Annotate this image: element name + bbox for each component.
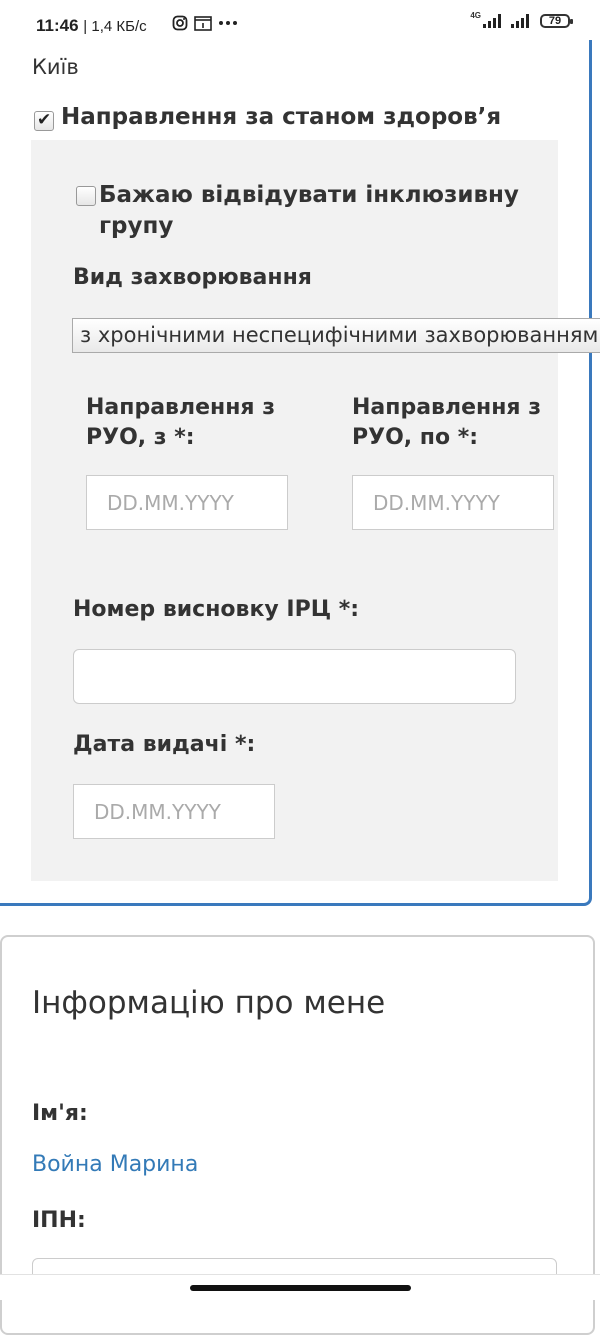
home-gesture-handle[interactable]: [190, 1285, 411, 1291]
instagram-icon: [172, 15, 188, 31]
status-notification-icons: [172, 15, 238, 31]
ruo-to-label: Направлення з РУО, по *:: [352, 395, 541, 450]
irc-number-label: Номер висновку ІРЦ *:: [73, 597, 360, 622]
disease-type-select[interactable]: з хронічними неспецифічними захворювання…: [72, 318, 600, 353]
name-value[interactable]: Война Марина: [32, 1152, 198, 1177]
ipn-label: ІПН:: [32, 1208, 86, 1233]
name-label: Ім'я:: [32, 1101, 88, 1126]
notification-box-icon: [194, 16, 212, 31]
disease-type-label: Вид захворювання: [73, 265, 312, 290]
battery-level: 79: [548, 15, 562, 27]
network-label: 4G: [470, 11, 481, 20]
ruo-from-label: Направлення з РУО, з *:: [86, 395, 275, 450]
signal-4g-icon: 4G: [470, 11, 502, 28]
ruo-from-date-input[interactable]: [86, 475, 288, 530]
ruo-to-date-input[interactable]: [352, 475, 554, 530]
status-time: 11:46: [36, 16, 79, 35]
city-value: Київ: [32, 55, 79, 79]
signal-icon: [511, 14, 529, 28]
status-speed: | 1,4 КБ/с: [83, 18, 147, 35]
health-referral-label[interactable]: Направлення за станом здоров’я: [61, 104, 501, 130]
issue-date-input[interactable]: [73, 784, 275, 839]
status-time-speed: 11:46 | 1,4 КБ/с: [36, 16, 147, 36]
disease-type-selected: з хронічними неспецифічними захворювання…: [80, 323, 600, 347]
about-me-title: Інформацію про мене: [32, 985, 386, 1021]
status-system-icons: 4G 79: [470, 11, 573, 28]
more-dots-icon: [219, 21, 237, 25]
health-referral-checkbox[interactable]: [34, 110, 54, 131]
inclusive-group-checkbox[interactable]: [76, 186, 96, 206]
inclusive-group-label[interactable]: Бажаю відвідувати інклюзивну групу: [99, 180, 539, 242]
system-nav-bar: [0, 1274, 600, 1300]
issue-date-label: Дата видачі *:: [73, 732, 256, 757]
battery-icon: 79: [540, 14, 573, 28]
irc-number-input[interactable]: [73, 649, 516, 704]
